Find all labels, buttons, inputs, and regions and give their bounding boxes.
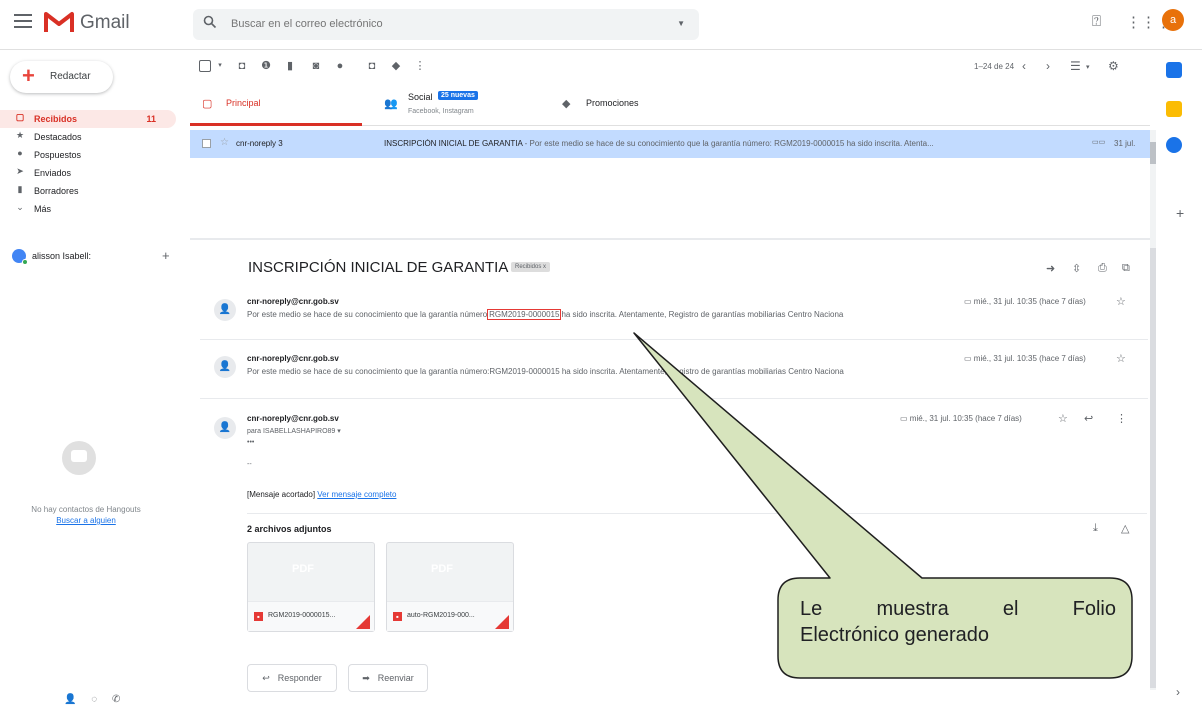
- callout-text: Le muestra el Folio Electrónico generado: [800, 596, 1116, 648]
- callout-line-1: Le muestra el Folio: [800, 598, 1116, 620]
- gmail-window: Gmail ▼ ⍰ ⋮⋮⋮ a + Redactar ▢ Recibidos 1…: [0, 0, 1202, 711]
- callout-line-2: Electrónico generado: [800, 624, 990, 646]
